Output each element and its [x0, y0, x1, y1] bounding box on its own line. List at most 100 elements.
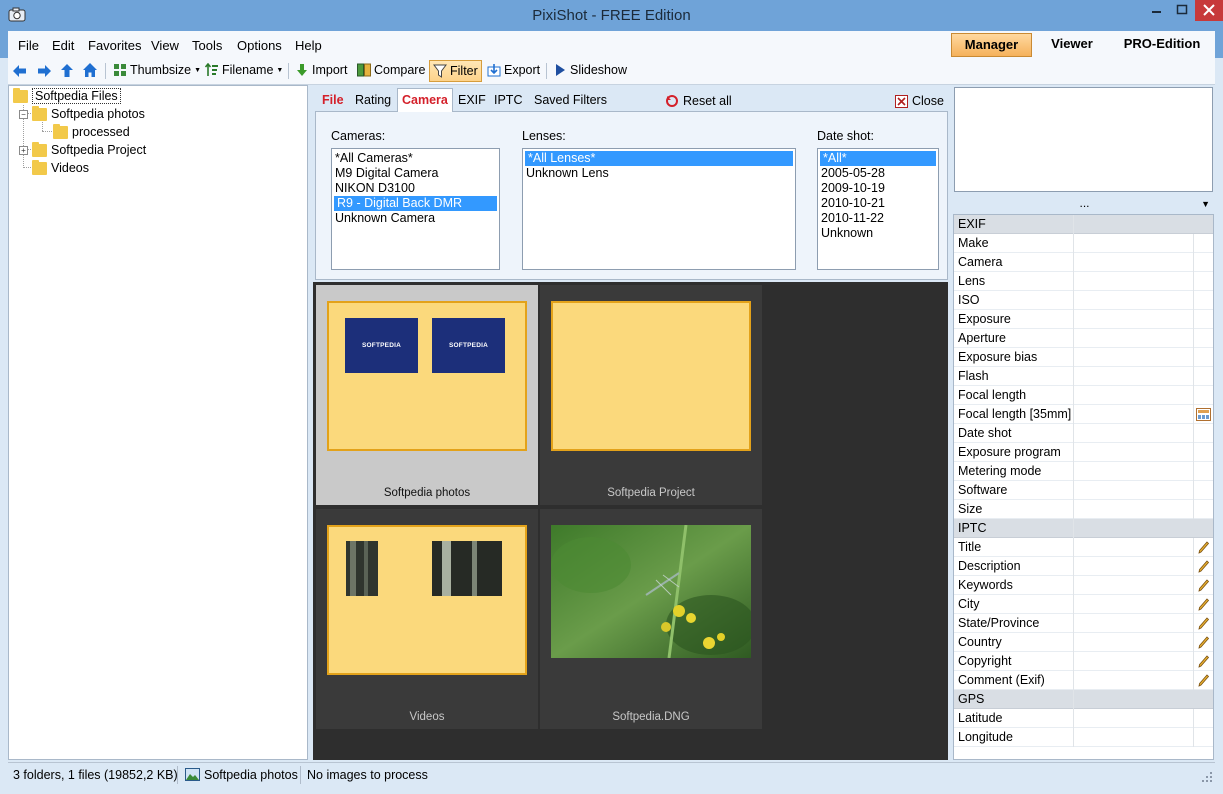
list-item[interactable]: *All Lenses* [525, 151, 793, 166]
property-row[interactable]: State/Province [954, 614, 1213, 633]
tab-saved-filters[interactable]: Saved Filters [530, 91, 611, 111]
property-row[interactable]: Comment (Exif) [954, 671, 1213, 690]
tree-item-videos[interactable]: Videos [32, 159, 89, 177]
property-row[interactable]: Flash [954, 367, 1213, 386]
property-label: ISO [958, 293, 980, 307]
tab-rating[interactable]: Rating [351, 91, 395, 111]
pencil-icon[interactable] [1198, 560, 1209, 573]
property-row[interactable]: Focal length [35mm] [954, 405, 1213, 424]
list-item[interactable]: NIKON D3100 [332, 181, 499, 196]
reset-all-button[interactable]: Reset all [661, 91, 736, 111]
property-row[interactable]: Exposure [954, 310, 1213, 329]
property-row[interactable]: Metering mode [954, 462, 1213, 481]
list-item[interactable]: Unknown [818, 226, 938, 241]
thumbnail-softpedia-project[interactable]: Softpedia Project [540, 285, 762, 505]
thumbnail-softpedia-dng[interactable]: Softpedia.DNG [540, 509, 762, 729]
property-row[interactable]: Country [954, 633, 1213, 652]
pencil-icon[interactable] [1198, 598, 1209, 611]
filter-button[interactable]: Filter [429, 60, 482, 82]
manager-mode-button[interactable]: Manager [951, 33, 1032, 57]
property-row[interactable]: Lens [954, 272, 1213, 291]
tree-item-root[interactable]: Softpedia Files [13, 87, 121, 105]
thumbnail-videos[interactable]: Videos [316, 509, 538, 729]
viewer-mode-button[interactable]: Viewer [1040, 33, 1104, 57]
resize-grip-icon[interactable] [1201, 771, 1213, 783]
pencil-icon[interactable] [1198, 636, 1209, 649]
tree-item-processed[interactable]: processed [53, 123, 130, 141]
list-item[interactable]: 2009-10-19 [818, 181, 938, 196]
list-item[interactable]: Unknown Lens [523, 166, 795, 181]
tab-exif[interactable]: EXIF [454, 91, 490, 111]
property-row[interactable]: City [954, 595, 1213, 614]
slideshow-button[interactable]: Slideshow [553, 63, 627, 77]
list-item[interactable]: R9 - Digital Back DMR [334, 196, 497, 211]
menu-edit[interactable]: Edit [52, 38, 74, 53]
import-button[interactable]: Import [295, 63, 347, 77]
property-row[interactable]: Camera [954, 253, 1213, 272]
folder-tree[interactable]: Softpedia Files − Softpedia photos proce… [8, 85, 308, 760]
tree-item-softpedia-project[interactable]: + Softpedia Project [19, 141, 146, 159]
property-row[interactable]: Latitude [954, 709, 1213, 728]
tab-file[interactable]: File [318, 91, 348, 111]
menu-options[interactable]: Options [237, 38, 282, 53]
pencil-icon[interactable] [1198, 579, 1209, 592]
property-row[interactable]: ISO [954, 291, 1213, 310]
thumbnail-softpedia-photos[interactable]: SOFTPEDIA SOFTPEDIA Softpedia photos [316, 285, 538, 505]
property-row[interactable]: Keywords [954, 576, 1213, 595]
menu-help[interactable]: Help [295, 38, 322, 53]
property-row[interactable]: Description [954, 557, 1213, 576]
thumbnail-grid[interactable]: SOFTPEDIA SOFTPEDIA Softpedia photos Sof… [313, 282, 948, 760]
tab-camera[interactable]: Camera [397, 88, 453, 112]
list-item[interactable]: *All* [820, 151, 936, 166]
chevron-down-icon[interactable]: ▼ [1201, 199, 1210, 209]
close-window-button[interactable] [1195, 0, 1223, 21]
menu-view[interactable]: View [151, 38, 179, 53]
list-item[interactable]: M9 Digital Camera [332, 166, 499, 181]
pencil-icon[interactable] [1198, 674, 1209, 687]
filename-sort-dropdown[interactable]: Filename ▼ [205, 63, 283, 77]
thumbsize-dropdown[interactable]: Thumbsize ▼ [113, 63, 201, 77]
property-row[interactable]: Software [954, 481, 1213, 500]
properties-header[interactable]: ... ▼ [954, 196, 1215, 214]
lenses-list[interactable]: *All Lenses* Unknown Lens [522, 148, 796, 270]
pencil-icon[interactable] [1198, 655, 1209, 668]
property-row[interactable]: Copyright [954, 652, 1213, 671]
pro-edition-button[interactable]: PRO-Edition [1118, 33, 1206, 57]
export-button[interactable]: Export [487, 63, 540, 77]
cameras-list[interactable]: *All Cameras* M9 Digital Camera NIKON D3… [331, 148, 500, 270]
collapse-icon[interactable]: − [19, 109, 28, 119]
list-item[interactable]: 2010-11-22 [818, 211, 938, 226]
list-item[interactable]: *All Cameras* [332, 151, 499, 166]
menu-favorites[interactable]: Favorites [88, 38, 141, 53]
up-arrow-icon[interactable] [60, 63, 74, 78]
property-row[interactable]: Date shot [954, 424, 1213, 443]
properties-grid[interactable]: EXIF Make Camera Lens ISO Exposure Apert… [953, 214, 1214, 760]
close-filter-button[interactable]: Close [891, 91, 948, 111]
property-row[interactable]: Longitude [954, 728, 1213, 747]
tab-iptc[interactable]: IPTC [490, 91, 526, 111]
calculator-icon[interactable] [1196, 408, 1211, 421]
list-item[interactable]: Unknown Camera [332, 211, 499, 226]
forward-arrow-icon[interactable] [37, 64, 52, 78]
home-icon[interactable] [82, 62, 98, 78]
maximize-button[interactable] [1169, 0, 1195, 21]
list-item[interactable]: 2010-10-21 [818, 196, 938, 211]
property-row[interactable]: Aperture [954, 329, 1213, 348]
property-row[interactable]: Size [954, 500, 1213, 519]
property-row[interactable]: Exposure bias [954, 348, 1213, 367]
compare-button[interactable]: Compare [357, 63, 425, 77]
expand-icon[interactable]: + [19, 145, 28, 155]
pencil-icon[interactable] [1198, 617, 1209, 630]
menu-file[interactable]: File [18, 38, 39, 53]
minimize-button[interactable] [1143, 0, 1169, 21]
property-row[interactable]: Make [954, 234, 1213, 253]
property-row[interactable]: Exposure program [954, 443, 1213, 462]
tree-item-softpedia-photos[interactable]: − Softpedia photos [19, 105, 145, 123]
property-row[interactable]: Title [954, 538, 1213, 557]
property-row[interactable]: Focal length [954, 386, 1213, 405]
list-item[interactable]: 2005-05-28 [818, 166, 938, 181]
menu-tools[interactable]: Tools [192, 38, 222, 53]
pencil-icon[interactable] [1198, 541, 1209, 554]
back-arrow-icon[interactable] [12, 64, 27, 78]
date-shot-list[interactable]: *All* 2005-05-28 2009-10-19 2010-10-21 2… [817, 148, 939, 270]
